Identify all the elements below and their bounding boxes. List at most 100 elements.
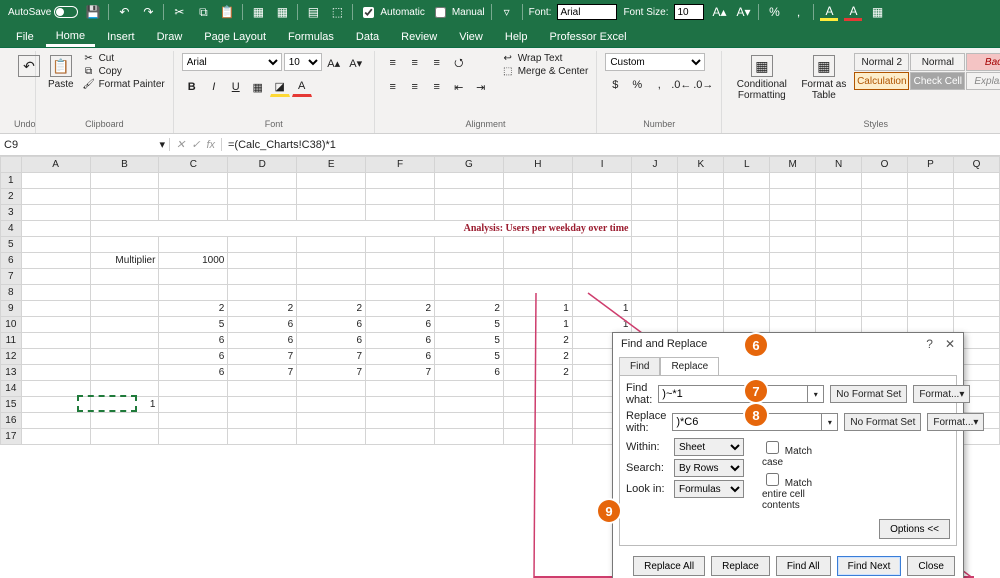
wrap-text-button[interactable]: ↩Wrap Text [501,53,589,64]
row-header-7[interactable]: 7 [1,269,22,285]
cell-D6[interactable] [228,253,297,269]
cell-Q2[interactable] [953,189,999,205]
col-header-P[interactable]: P [908,157,954,173]
col-header-I[interactable]: I [572,157,632,173]
cell-L7[interactable] [724,269,770,285]
cell-L6[interactable] [724,253,770,269]
indent-dec-icon[interactable]: ⇤ [449,77,469,97]
cell-F1[interactable] [366,173,435,189]
cell-E17[interactable] [297,429,366,445]
replace-format-button[interactable]: Format... ▾ [927,413,984,431]
cell-M1[interactable] [770,173,816,189]
cell-L9[interactable] [724,301,770,317]
row-header-10[interactable]: 10 [1,317,22,333]
style-normal2[interactable]: Normal 2 [854,53,909,71]
cell-I7[interactable] [572,269,632,285]
cell-H9[interactable]: 1 [503,301,572,317]
indent-inc-icon[interactable]: ⇥ [471,77,491,97]
cell-K1[interactable] [678,173,724,189]
tab-formulas[interactable]: Formulas [278,27,344,47]
font-name-select[interactable]: Arial [182,53,282,71]
row-header-11[interactable]: 11 [1,333,22,349]
font-size-select[interactable]: 10 [284,53,322,71]
close-icon[interactable]: ✕ [945,337,955,351]
cell-L2[interactable] [724,189,770,205]
cell-B8[interactable]: [k] [90,285,159,301]
cell-J1[interactable] [632,173,678,189]
col-header-C[interactable]: C [159,157,228,173]
align-middle-icon[interactable]: ≡ [405,53,425,73]
cell-H16[interactable] [503,413,572,429]
cell-C2[interactable] [159,189,228,205]
copy-button[interactable]: ⧉Copy [82,66,165,77]
cell-G16[interactable] [435,413,504,429]
cell-C17[interactable] [159,429,228,445]
cell-E16[interactable] [297,413,366,429]
cell-P4[interactable] [908,221,954,237]
style-check-cell[interactable]: Check Cell [910,72,965,90]
cell-O8[interactable] [862,285,908,301]
cell-J5[interactable] [632,237,678,253]
col-header-L[interactable]: L [724,157,770,173]
cell-Q7[interactable] [953,269,999,285]
col-header-N[interactable]: N [816,157,862,173]
within-select[interactable]: Sheet [674,438,744,456]
cell-D5[interactable] [228,237,297,253]
cell-N6[interactable] [816,253,862,269]
cell-O9[interactable] [862,301,908,317]
cell-P9[interactable] [908,301,954,317]
cell-N7[interactable] [816,269,862,285]
cell-L10[interactable] [724,317,770,333]
cell-F13[interactable]: 7 [366,365,435,381]
cell-B14[interactable] [90,381,159,397]
cell-G14[interactable] [435,381,504,397]
tab-insert[interactable]: Insert [97,27,145,47]
cell-E11[interactable]: 6 [297,333,366,349]
cell-G11[interactable]: 5 [435,333,504,349]
cell-O2[interactable] [862,189,908,205]
cell-D2[interactable] [228,189,297,205]
grow-font-icon[interactable]: A▴ [324,53,344,73]
row-header-3[interactable]: 3 [1,205,22,221]
cell-J3[interactable] [632,205,678,221]
cell-N10[interactable] [816,317,862,333]
style-explanatory[interactable]: Explanat [966,72,1000,90]
cell-G7[interactable] [435,269,504,285]
cell-O4[interactable] [862,221,908,237]
cell-H15[interactable] [503,397,572,413]
cell-N5[interactable] [816,237,862,253]
row-header-16[interactable]: 16 [1,413,22,429]
tab-data[interactable]: Data [346,27,389,47]
cell-E12[interactable]: 7 [297,349,366,365]
replace-all-button[interactable]: Replace All [633,556,705,576]
layout-icon[interactable]: ▦ [868,3,886,21]
cell-F16[interactable] [366,413,435,429]
cell-H1[interactable] [503,173,572,189]
cell-G17[interactable] [435,429,504,445]
col-header-O[interactable]: O [862,157,908,173]
cell-B10[interactable]: 2018 [90,317,159,333]
cell-H10[interactable]: 1 [503,317,572,333]
autosave-toggle[interactable]: AutoSave [8,6,78,18]
cell-C8[interactable]: Monday [159,285,228,301]
cell-H5[interactable] [503,237,572,253]
tab-file[interactable]: File [6,27,44,47]
style-bad[interactable]: Bad [966,53,1000,71]
cell-H7[interactable] [503,269,572,285]
cell-F3[interactable] [366,205,435,221]
replace-tab[interactable]: Replace [660,357,719,375]
cell-A5[interactable] [21,237,90,253]
filter-icon[interactable]: ▿ [498,3,516,21]
cell-A17[interactable] [21,429,90,445]
cell-A16[interactable] [21,413,90,429]
cell-C16[interactable] [159,413,228,429]
cell-H3[interactable] [503,205,572,221]
col-header-K[interactable]: K [678,157,724,173]
match-case-checkbox[interactable]: Match case [762,438,826,468]
replace-button[interactable]: Replace [711,556,770,576]
col-header-D[interactable]: D [228,157,297,173]
col-header-B[interactable]: B [90,157,159,173]
cell-J8[interactable] [632,285,678,301]
cell-N8[interactable] [816,285,862,301]
conditional-formatting-button[interactable]: ▦Conditional Formatting [730,53,793,103]
